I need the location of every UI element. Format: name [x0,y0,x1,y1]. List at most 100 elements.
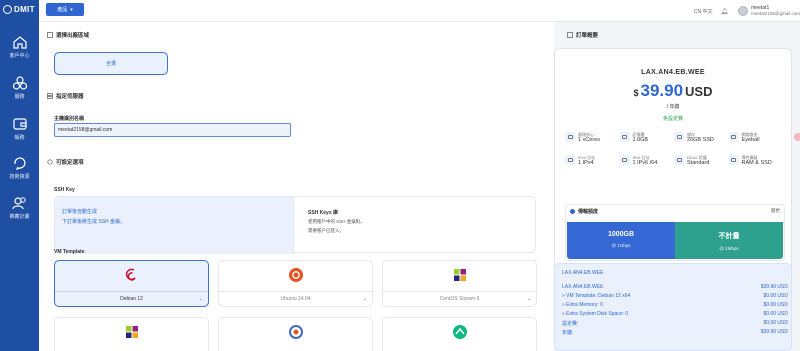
spec-item: 網路路由 Eyeball [728,132,784,149]
users-icon [11,197,26,210]
home-icon [12,36,27,49]
template-card-centos[interactable]: CentOS Stream 9 ⌄ [382,260,537,307]
template-version-value: CentOS Stream 9 [439,296,480,302]
language-switcher[interactable]: CN 中文 [694,8,713,15]
bandwidth-option-unmetered[interactable]: 不計量 @ 2Mbps [675,222,783,259]
hostname-label: 主機識別名稱 [54,116,85,122]
spec-item: 處理核心 1 vCores [565,132,620,149]
order-config-panel: 選擇出廠區域 全選 指定伺服器 主機識別名稱 meetat2158@gmail.… [39,22,554,351]
spec-item: 記憶體 1.0GB [619,132,675,149]
server-section-title: 指定伺服器 [47,92,84,100]
ssh-option-desc: 下訂單後將生成 SSH 金鑰。 [62,219,126,225]
ssh-option-key-library[interactable]: SSH Keys 庫 使用帳戶中的 SSH 金鑰對。 需要帳戶已登入。 [308,209,365,234]
template-card[interactable] [218,317,373,351]
plan-summary-card: LAX.AN4.EB.WEE $ 39.90 USD / 年繳 免設定費 處理核… [554,48,792,273]
billing-period: / 年繳 [666,104,680,110]
template-version-value: Debian 12 [120,296,143,302]
product-name: LAX.AN4.EB.WEE [641,69,705,76]
template-version-select[interactable]: Debian 12 ⌄ [55,291,208,306]
spec-item: IPv6 位址 1 IPv6 /64 [619,155,675,172]
region-option-card[interactable]: 全選 [54,52,168,75]
breakdown-row: » Extra System Disk Space: 0 $0.00 USD [562,311,788,317]
ipv4-icon [565,155,575,165]
spec-item: IPv4 位址 1 IPv4 [565,155,620,172]
sidebar-item-services[interactable]: 服務 [0,75,39,100]
template-card-ubuntu[interactable]: Ubuntu 24.04 ⌄ [218,260,373,307]
price-breakdown: LAX.AN4.EB.WEE LAX.AN4.EB.WEE $39.90 USD … [554,263,792,351]
chevron-down-icon: ▾ [70,6,73,13]
ssh-option-desc: 需要帳戶已登入。 [308,228,344,233]
hostname-input[interactable]: meetat2158@gmail.com [54,123,291,137]
chevron-down-icon: ⌄ [526,296,531,302]
shield-icon [674,155,684,165]
sidebar-item-label: 客戶中心 [9,53,30,59]
ssh-key-selector: 訂單後自動生成 下訂單後將生成 SSH 金鑰。 SSH Keys 庫 使用帳戶中… [54,196,536,254]
template-card[interactable] [382,317,537,351]
debian-icon [125,268,136,281]
sidebar-item-referral[interactable]: 推薦計畫 [0,195,39,220]
logo-mark-icon [3,5,12,14]
breakdown-row: » Extra Memory: 0 $0.00 USD [562,302,788,308]
os-logo-icon [288,325,303,339]
logo-text: DMIT [14,5,35,14]
box-icon [47,32,53,38]
ipv6-icon [619,155,630,165]
chevron-down-icon: ⌄ [362,296,367,302]
os-logo-icon [452,325,467,339]
price: $ 39.90 USD [633,81,713,100]
products-dropdown-button[interactable]: 產品 ▾ [46,3,84,16]
storage-icon [674,132,684,142]
bandwidth-option-1000gb[interactable]: 1000GB @ 1Gbps [567,222,675,259]
avatar[interactable] [738,6,749,16]
sidebar-item-tech-resources[interactable]: 技術資源 [0,155,39,180]
region-section-title: 選擇出廠區域 [47,31,89,39]
vm-template-label: VM Template [54,249,85,255]
receipt-icon [567,32,573,38]
bandwidth-box: 傳輸額度 變更 1000GB @ 1Gbps 不計量 @ 2Mbps [565,204,785,261]
bandwidth-title: 傳輸額度 [570,208,598,215]
sidebar-item-label: 服務 [14,94,25,100]
network-icon [728,132,739,142]
options-section-title: 可設定選項 [47,158,84,166]
centos-icon [453,269,466,281]
spec-grid: 處理核心 1 vCores 記憶體 1.0GB 儲存 20GB SSD 網路路由 Eye… [565,132,783,172]
order-summary-title: 訂單概要 [567,31,598,39]
bandwidth-change-link[interactable]: 變更 [771,208,780,214]
server-icon [47,93,53,99]
template-card-debian[interactable]: Debian 12 ⌄ [54,260,209,307]
template-card[interactable] [54,317,209,351]
template-version-select[interactable]: CentOS Stream 9 ⌄ [383,291,536,306]
settings-icon [47,159,53,165]
memory-icon [619,132,630,142]
sidebar-item-client-center[interactable]: 客戶中心 [0,34,39,59]
floating-helper-icon[interactable] [794,133,800,141]
hostname-value: meetat2158@gmail.com [58,127,113,133]
expand-icon [728,155,739,165]
region-option-label: 全選 [105,61,116,67]
bandwidth-icon [570,209,575,214]
spec-item: 儲存 20GB SSD [674,132,729,149]
user-menu[interactable]: meetat1 meetat2158@gmail.com [751,5,800,17]
sidebar-item-label: 推薦計畫 [9,214,30,220]
ssh-option-title: SSH Keys 庫 [308,210,339,216]
template-version-value: Ubuntu 24.04 [280,296,311,302]
breakdown-row: » VM Template: Debian 12 x64 $0.00 USD [562,293,788,299]
ssh-key-label: SSH Key [54,187,75,193]
cubes-icon [12,76,27,90]
products-button-label: 產品 [57,7,68,13]
spec-item: DDoS 防護 Standard [674,155,729,172]
breakdown-row: 年繳: $39.90 USD [562,329,788,336]
sidebar-item-billing[interactable]: 帳務 [0,116,39,141]
wallet-icon [12,118,27,130]
cpu-icon [565,132,575,142]
logo[interactable]: DMIT [3,5,35,14]
bell-icon[interactable]: 🔔︎ [721,8,729,15]
breakdown-row: LAX.AN4.EB.WEE $39.90 USD [562,284,788,290]
template-version-select[interactable]: Ubuntu 24.04 ⌄ [219,291,372,306]
breakdown-row: 設定費: $0.00 USD [562,320,788,327]
topbar: 產品 ▾ CN 中文 🔔︎ meetat1 meetat2158@gmail.c… [39,0,800,22]
sidebar-item-label: 帳務 [14,135,25,141]
chevron-down-icon: ⌄ [198,296,203,302]
ssh-option-auto-generate[interactable]: 訂單後自動生成 下訂單後將生成 SSH 金鑰。 [55,197,294,254]
breakdown-title: LAX.AN4.EB.WEE [562,270,604,276]
